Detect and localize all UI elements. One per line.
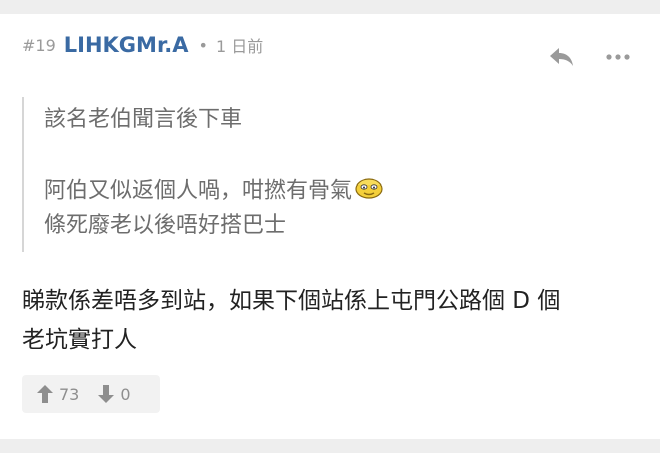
- quote-block: 該名老伯聞言後下車 阿伯又似返個人喎，咁撚有骨氣 條死廢老以後唔好搭巴士: [22, 97, 584, 252]
- post-header: #19 LIHKGMr.A • 1 日前: [22, 30, 263, 60]
- quote-line-with-emoji: 阿伯又似返個人喎，咁撚有骨氣: [44, 175, 384, 208]
- top-strip: [0, 0, 660, 14]
- meta-separator: •: [198, 35, 208, 55]
- downvote-button[interactable]: 0: [98, 375, 131, 413]
- more-options-button[interactable]: [600, 42, 636, 72]
- emoji-face-icon: [354, 175, 384, 208]
- downvote-count: 0: [120, 384, 131, 404]
- upvote-button[interactable]: 73: [37, 375, 79, 413]
- post-time: 1 日前: [215, 37, 264, 56]
- body-line: 睇款係差唔多到站，如果下個站係上屯門公路個 D 個: [22, 288, 561, 314]
- quote-line: 條死廢老以後唔好搭巴士: [44, 213, 287, 238]
- post-body: 睇款係差唔多到站，如果下個站係上屯門公路個 D 個 老坑實打人: [22, 282, 642, 360]
- thumb-down-arrow-icon: [98, 385, 115, 403]
- vote-bar: 73 0: [22, 375, 160, 413]
- quote-line-text: 阿伯又似返個人喎，咁撚有骨氣: [44, 178, 353, 204]
- floor-number: #19: [22, 35, 56, 55]
- thumb-up-arrow-icon: [37, 385, 53, 403]
- bottom-strip: [0, 439, 660, 453]
- upvote-count: 73: [59, 384, 80, 404]
- reply-button[interactable]: [546, 42, 578, 72]
- more-dots-icon: [606, 54, 630, 60]
- reply-arrow-icon: [550, 48, 573, 66]
- body-line: 老坑實打人: [22, 327, 137, 353]
- username-link[interactable]: LIHKGMr.A: [64, 33, 189, 57]
- quote-line: 該名老伯聞言後下車: [44, 107, 243, 132]
